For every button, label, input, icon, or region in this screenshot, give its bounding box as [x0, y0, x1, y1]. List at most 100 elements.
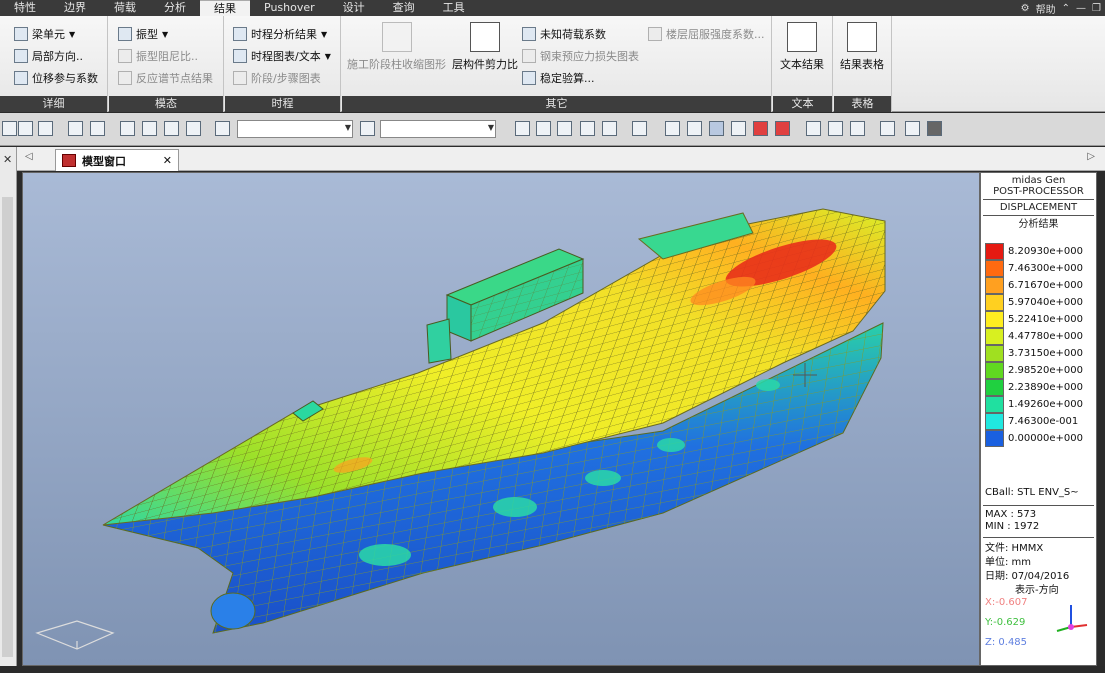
- node-number-icon[interactable]: [806, 121, 821, 136]
- beam-icon: [14, 27, 28, 41]
- restore-icon[interactable]: ❐: [1092, 3, 1101, 14]
- edit-icon[interactable]: [632, 121, 647, 136]
- menu-tab-pushover[interactable]: Pushover: [250, 0, 329, 16]
- activate-icon[interactable]: [880, 121, 895, 136]
- gear-icon[interactable]: ⚙: [1021, 3, 1030, 14]
- globe-icon[interactable]: [731, 121, 746, 136]
- displacement-participation-button[interactable]: 位移参与系数: [14, 70, 98, 86]
- select-polygon-icon[interactable]: [142, 121, 157, 136]
- legend-level-row: 2.98520e+000: [985, 362, 1083, 379]
- legend-level-value: 5.22410e+000: [1008, 314, 1083, 325]
- spectrum-node-result-button[interactable]: 反应谱节点结果: [118, 70, 213, 86]
- perspective-icon[interactable]: [687, 121, 702, 136]
- property-number-icon[interactable]: [850, 121, 865, 136]
- menu-tab-properties[interactable]: 特性: [0, 0, 50, 16]
- column-shortening-label: 施工阶段柱收缩图形: [347, 58, 446, 71]
- story-shear-icon: [470, 22, 500, 52]
- display-red-icon[interactable]: [753, 121, 768, 136]
- pointer-select-icon[interactable]: [360, 121, 375, 136]
- mode-shape-button[interactable]: 振型 ▼: [118, 26, 168, 42]
- chart-icon: [233, 49, 247, 63]
- select-window-icon[interactable]: [120, 121, 135, 136]
- modal-damping-button[interactable]: 振型阻尼比..: [118, 48, 198, 64]
- hidden-view-icon[interactable]: [709, 121, 724, 136]
- legend-color-swatch: [985, 345, 1004, 362]
- min-label: MIN : 1972: [985, 521, 1040, 532]
- ribbon-group-modal: 振型 ▼ 振型阻尼比.. 反应谱节点结果 模态: [109, 16, 224, 112]
- unselect-icon[interactable]: [186, 121, 201, 136]
- local-direction-label: 局部方向..: [32, 50, 83, 63]
- local-direction-button[interactable]: 局部方向..: [14, 48, 83, 64]
- legend-level-row: 4.47780e+000: [985, 328, 1083, 345]
- zoom-fit-icon[interactable]: [665, 121, 680, 136]
- menu-tab-load[interactable]: 荷载: [100, 0, 150, 16]
- help-menu[interactable]: 帮助: [1036, 1, 1056, 16]
- tab-scroll-right-icon[interactable]: ▷: [1087, 151, 1095, 162]
- left-scrollbar[interactable]: [2, 197, 13, 657]
- inactivate-icon[interactable]: [905, 121, 920, 136]
- text-result-button[interactable]: 文本结果: [780, 22, 824, 72]
- chevron-down-icon[interactable]: ⌃: [1062, 3, 1070, 14]
- display-red-2-icon[interactable]: [775, 121, 790, 136]
- beam-element-button[interactable]: 梁单元 ▼: [14, 26, 75, 42]
- select-pointer-icon[interactable]: [38, 121, 53, 136]
- ribbon-group-text: 文本结果 文本: [773, 16, 833, 112]
- result-table-button[interactable]: 结果表格: [840, 22, 884, 72]
- copy-icon[interactable]: [602, 121, 617, 136]
- redraw-icon[interactable]: [90, 121, 105, 136]
- move-icon[interactable]: [557, 121, 572, 136]
- grid-node-icon[interactable]: [515, 121, 530, 136]
- menu-tab-design[interactable]: 设计: [329, 0, 379, 16]
- yield-strength-icon: [648, 27, 662, 41]
- tab-close-icon[interactable]: ✕: [163, 154, 172, 167]
- menu-tab-results[interactable]: 结果: [200, 0, 250, 16]
- stage-step-chart-button[interactable]: 阶段/步骤图表: [233, 70, 321, 86]
- close-icon[interactable]: ✕: [3, 153, 12, 166]
- selection-combo-1[interactable]: [237, 120, 353, 138]
- th-result-button[interactable]: 时程分析结果 ▼: [233, 26, 327, 42]
- menu-tab-query[interactable]: 查询: [379, 0, 429, 16]
- th-chart-text-button[interactable]: 时程图表/文本 ▼: [233, 48, 331, 64]
- pointer-arrow-icon[interactable]: [215, 121, 230, 136]
- legend-level-value: 2.98520e+000: [1008, 365, 1083, 376]
- snap-icon[interactable]: [536, 121, 551, 136]
- legend-processor: POST-PROCESSOR: [993, 186, 1084, 197]
- dropdown-arrow-icon: ▼: [321, 29, 328, 39]
- stability-check-button[interactable]: 稳定验算...: [522, 70, 595, 86]
- tab-scroll-left-icon[interactable]: ◁: [25, 151, 33, 162]
- legend-level-row: 2.23890e+000: [985, 379, 1083, 396]
- element-number-icon[interactable]: [828, 121, 843, 136]
- menu-tab-analysis[interactable]: 分析: [150, 0, 200, 16]
- menu-tab-tools[interactable]: 工具: [429, 0, 479, 16]
- legend-level-value: 8.20930e+000: [1008, 246, 1083, 257]
- minimize-icon[interactable]: —: [1076, 3, 1086, 14]
- load-case-label: CBall: STL ENV_S~: [985, 487, 1079, 498]
- zoom-window-icon[interactable]: [68, 121, 83, 136]
- select-node-icon[interactable]: [2, 121, 17, 136]
- legend-level-row: 0.00000e+000: [985, 430, 1083, 447]
- select-intersect-icon[interactable]: [164, 121, 179, 136]
- select-element-icon[interactable]: [18, 121, 33, 136]
- axis-triad-icon: [1056, 605, 1088, 632]
- menu-bar: 特性 边界 荷载 分析 结果 Pushover 设计 查询 工具 ⚙ 帮助 ⌃ …: [0, 0, 1105, 16]
- legend-level-row: 1.49260e+000: [985, 396, 1083, 413]
- tendon-loss-chart-button[interactable]: 钢束预应力损失图表: [522, 48, 639, 64]
- column-shortening-icon: [381, 22, 412, 52]
- direction-title: 表示-方向: [1015, 585, 1059, 596]
- legend-level-value: 1.49260e+000: [1008, 399, 1083, 410]
- model-viewport[interactable]: [22, 172, 980, 666]
- story-yield-strength-button[interactable]: 楼层屈服强度系数...: [648, 26, 765, 42]
- rotate-icon[interactable]: [580, 121, 595, 136]
- result-table-label: 结果表格: [840, 58, 884, 71]
- stability-check-label: 稳定验算...: [540, 72, 595, 85]
- story-yield-strength-label: 楼层屈服强度系数...: [666, 28, 765, 41]
- unknown-load-factor-button[interactable]: 未知荷载系数: [522, 26, 606, 42]
- story-shear-ratio-button[interactable]: 层构件剪力比: [452, 22, 518, 72]
- column-shortening-button[interactable]: 施工阶段柱收缩图形: [347, 22, 446, 72]
- result-legend-panel: midas Gen POST-PROCESSOR DISPLACEMENT 分析…: [980, 172, 1097, 666]
- selection-combo-2[interactable]: [380, 120, 496, 138]
- stability-icon: [522, 71, 536, 85]
- lock-icon[interactable]: [927, 121, 942, 136]
- tab-model-window[interactable]: 模型窗口 ✕: [55, 149, 179, 171]
- menu-tab-boundary[interactable]: 边界: [50, 0, 100, 16]
